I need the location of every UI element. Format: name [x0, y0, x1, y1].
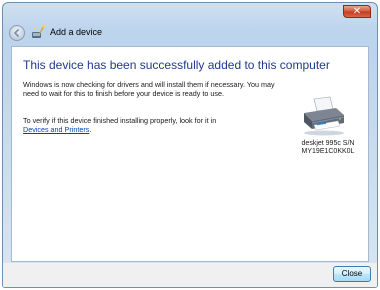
add-device-wizard-icon	[32, 24, 46, 38]
add-device-window: ✕ Add a device This device has been succ…	[2, 2, 378, 288]
back-button[interactable]	[9, 25, 25, 41]
printer-icon	[304, 96, 345, 136]
close-button[interactable]: Close	[333, 266, 371, 282]
device-serial: MY19E1C0KK0L	[301, 148, 355, 156]
title-bar: ✕ Add a device	[3, 3, 377, 43]
device-label: deskjet 995c S/N MY19E1C0KK0L	[288, 140, 368, 157]
content-panel: This device has been successfully added …	[11, 46, 369, 262]
footer-bar	[3, 263, 377, 287]
driver-info-text: Windows is now checking for drivers and …	[23, 80, 275, 98]
window-title: Add a device	[50, 27, 103, 37]
back-arrow-icon	[13, 28, 20, 38]
devices-and-printers-link[interactable]: Devices and Printers	[23, 125, 89, 134]
window-close-button[interactable]: ✕	[343, 5, 371, 18]
verify-info-text: To verify if this device finished instal…	[23, 116, 278, 134]
page-heading: This device has been successfully added …	[23, 58, 330, 72]
device-name: deskjet 995c S/N	[301, 140, 355, 147]
verify-info-suffix: .	[89, 124, 92, 134]
